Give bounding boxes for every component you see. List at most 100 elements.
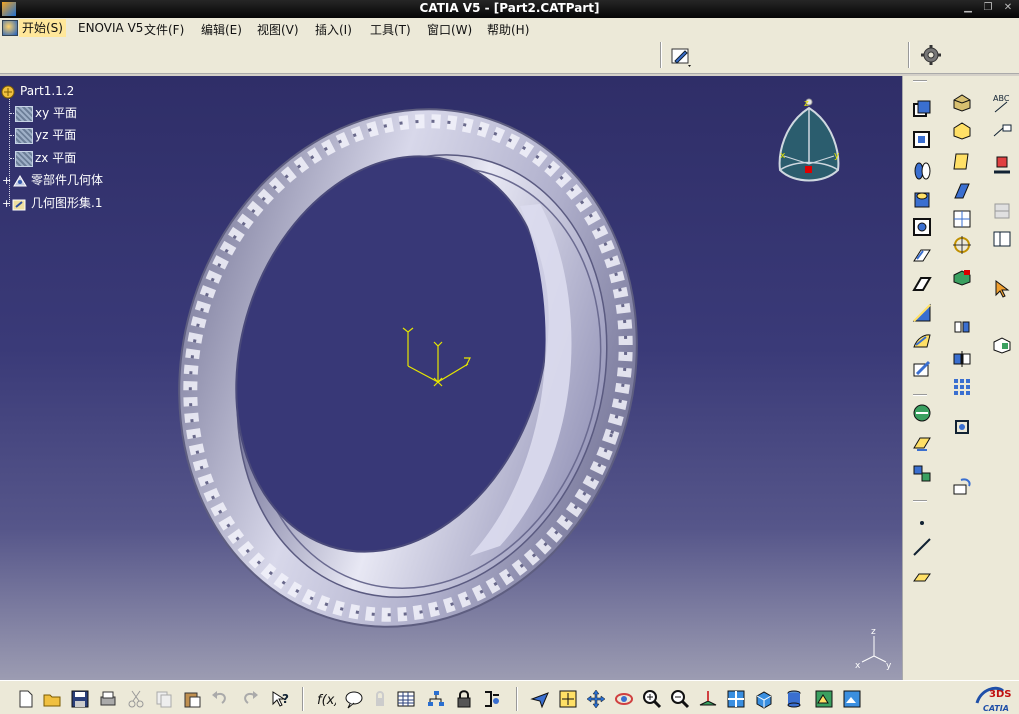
- shading-icon[interactable]: [784, 689, 804, 709]
- tree-item-xy-plane[interactable]: xy 平面: [15, 104, 77, 122]
- scaling-icon[interactable]: [951, 416, 973, 438]
- tree-root[interactable]: Part1.1.2: [0, 82, 74, 100]
- tree-item-geometrical-set[interactable]: + 几何图形集.1: [2, 194, 102, 212]
- window-title: CATIA V5 - [Part2.CATPart]: [419, 1, 600, 15]
- shell-icon[interactable]: [951, 180, 973, 202]
- toolbar-grip[interactable]: [913, 500, 927, 502]
- tree-expand-icon[interactable]: [426, 689, 446, 709]
- close-button[interactable]: ✕: [1001, 2, 1015, 14]
- axis-system-icon[interactable]: [991, 334, 1013, 356]
- line-icon[interactable]: [911, 536, 933, 558]
- pocket-icon[interactable]: [911, 128, 933, 150]
- restore-button[interactable]: ❐: [981, 2, 995, 14]
- expand-icon[interactable]: +: [2, 172, 11, 190]
- hide-show-icon[interactable]: [814, 689, 834, 709]
- redo-icon[interactable]: [240, 689, 260, 709]
- sew-surface-icon[interactable]: [911, 402, 933, 424]
- mirror-icon[interactable]: [951, 348, 973, 370]
- isometric-view-icon[interactable]: [754, 689, 774, 709]
- point-icon[interactable]: [911, 512, 933, 534]
- stiffener-icon[interactable]: [911, 302, 933, 324]
- thread-icon[interactable]: [951, 234, 973, 256]
- thickness-icon[interactable]: [951, 208, 973, 230]
- menu-view[interactable]: 视图(V): [257, 21, 299, 38]
- select-arrow-icon[interactable]: [991, 278, 1013, 300]
- boolean-operations-icon[interactable]: [911, 462, 933, 484]
- removed-multi-section-icon[interactable]: [911, 358, 933, 380]
- tree-item-yz-plane[interactable]: yz 平面: [15, 126, 76, 144]
- cut-icon[interactable]: [126, 689, 146, 709]
- toolbar-separator: [516, 687, 518, 711]
- tree-item-zx-plane[interactable]: zx 平面: [15, 149, 76, 167]
- 3d-annotation-icon[interactable]: [991, 154, 1013, 176]
- edge-fillet-icon[interactable]: [951, 92, 973, 114]
- sketcher-icon[interactable]: [670, 46, 692, 68]
- document-icon[interactable]: [2, 20, 18, 36]
- chamfer-icon[interactable]: [951, 120, 973, 142]
- logo-product: CATIA: [983, 704, 1009, 713]
- normal-view-icon[interactable]: [698, 689, 718, 709]
- shaft-icon[interactable]: [911, 160, 933, 182]
- tree-item-label: zx 平面: [35, 151, 77, 165]
- open-folder-icon[interactable]: [42, 689, 62, 709]
- tree-item-partbody[interactable]: + 零部件几何体: [2, 171, 103, 189]
- flag-note-icon[interactable]: [991, 122, 1013, 144]
- fit-all-in-icon[interactable]: [558, 689, 578, 709]
- translation-icon[interactable]: [951, 316, 973, 338]
- whats-this-icon[interactable]: ?: [270, 689, 290, 709]
- hole-icon[interactable]: [911, 188, 933, 210]
- minimize-button[interactable]: ▁: [961, 2, 975, 14]
- rectangular-pattern-icon[interactable]: [951, 376, 973, 398]
- measure-between-icon[interactable]: [991, 228, 1013, 250]
- pan-icon[interactable]: [586, 689, 606, 709]
- remove-face-icon[interactable]: [951, 266, 973, 288]
- print-icon[interactable]: [98, 689, 118, 709]
- menu-window[interactable]: 窗口(W): [427, 21, 472, 38]
- gear-icon[interactable]: [920, 44, 942, 66]
- multi-view-icon[interactable]: [726, 689, 746, 709]
- menu-start[interactable]: 开始(S): [19, 19, 66, 37]
- lock-icon[interactable]: [454, 689, 474, 709]
- toolbar-grip[interactable]: [913, 80, 927, 82]
- undo-icon[interactable]: [210, 689, 230, 709]
- menu-enovia[interactable]: ENOVIA V5: [78, 21, 143, 35]
- pad-icon[interactable]: [911, 98, 933, 120]
- copy-icon[interactable]: [154, 689, 174, 709]
- save-icon[interactable]: [70, 689, 90, 709]
- zoom-in-icon[interactable]: [642, 689, 662, 709]
- text-annotation-icon[interactable]: ABC: [991, 92, 1013, 114]
- expand-icon[interactable]: +: [2, 195, 11, 213]
- plane-icon[interactable]: [911, 566, 933, 588]
- fly-mode-icon[interactable]: [530, 689, 550, 709]
- groove-icon[interactable]: [911, 216, 933, 238]
- paste-icon[interactable]: [182, 689, 202, 709]
- right-toolbars: ABC: [902, 76, 1019, 680]
- rotate-icon[interactable]: [614, 689, 634, 709]
- menu-file[interactable]: 文件(F): [144, 21, 184, 38]
- 3d-viewport[interactable]: Part1.1.2 xy 平面 yz 平面 zx 平面 + 零部件几何体 + 几…: [0, 76, 902, 680]
- menu-insert[interactable]: 插入(I): [315, 21, 352, 38]
- menu-tools[interactable]: 工具(T): [370, 21, 411, 38]
- logo-brand: 3DS: [989, 689, 1011, 700]
- knowledge-comment-icon[interactable]: [344, 689, 364, 709]
- axis-triad-icon: z x y: [855, 627, 892, 671]
- table-icon[interactable]: [396, 689, 416, 709]
- lock-disabled-icon[interactable]: [370, 689, 390, 709]
- swap-visible-space-icon[interactable]: [842, 689, 862, 709]
- measure-icon[interactable]: [991, 200, 1013, 222]
- bottom-toolbar: ? f(x) 3DS CATIA: [0, 680, 1019, 714]
- toolbar-grip[interactable]: [913, 394, 927, 396]
- menu-help[interactable]: 帮助(H): [487, 21, 529, 38]
- new-file-icon[interactable]: [16, 689, 36, 709]
- formula-icon[interactable]: f(x): [316, 689, 336, 709]
- multi-section-solid-icon[interactable]: [911, 330, 933, 352]
- thick-surface-icon[interactable]: [911, 432, 933, 454]
- compass-icon[interactable]: z x y: [774, 94, 844, 190]
- rib-icon[interactable]: [911, 244, 933, 266]
- menu-edit[interactable]: 编辑(E): [201, 21, 242, 38]
- specification-toggle-icon[interactable]: [482, 689, 502, 709]
- slot-icon[interactable]: [911, 272, 933, 294]
- zoom-out-icon[interactable]: [670, 689, 690, 709]
- reorder-icon[interactable]: [951, 476, 973, 498]
- draft-icon[interactable]: [951, 150, 973, 172]
